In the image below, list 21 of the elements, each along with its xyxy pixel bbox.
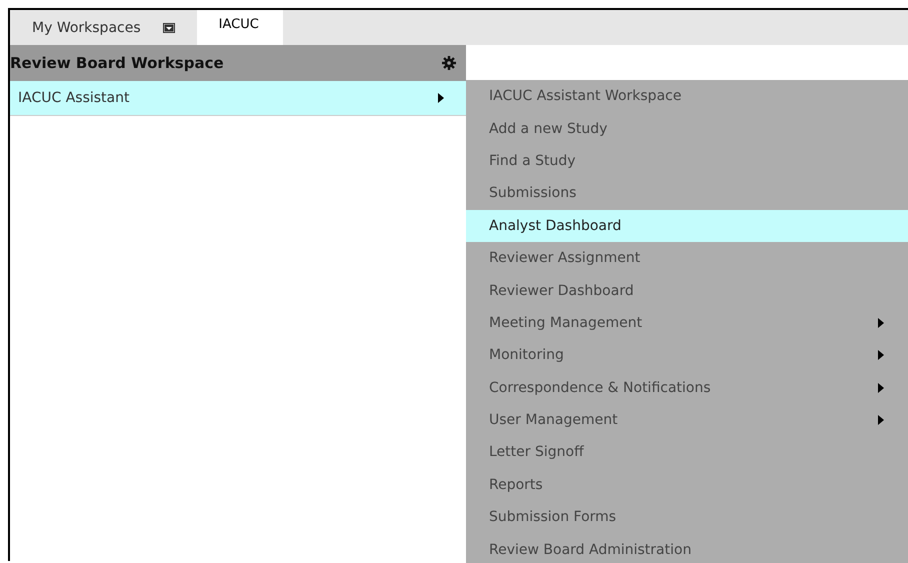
panel-title: Review Board Workspace <box>10 54 224 72</box>
menu-item[interactable]: Analyst Dashboard <box>466 210 908 242</box>
tab[interactable]: My Workspaces <box>10 10 197 45</box>
menu-item[interactable]: IACUC Assistant Workspace <box>466 80 908 112</box>
dropdown-icon[interactable] <box>162 22 175 32</box>
menu-item[interactable]: IACUC Assistant <box>10 81 466 116</box>
menu-item[interactable]: Find a Study <box>466 144 908 178</box>
menu-item[interactable]: Reviewer Assignment <box>466 242 908 274</box>
menu-item[interactable]: Correspondence & Notifications <box>466 372 908 404</box>
menu-item[interactable]: Meeting Management <box>466 306 908 340</box>
tab[interactable]: IACUC <box>196 10 283 45</box>
menu-item[interactable]: Submission Forms <box>466 501 908 534</box>
menu-item[interactable]: Monitoring <box>466 339 908 372</box>
menu-item[interactable]: User Management <box>466 404 908 436</box>
menu-item[interactable]: Review Board Administration <box>466 533 908 563</box>
menu-item[interactable]: Letter Signoff <box>466 436 908 469</box>
menu-item[interactable]: Reviewer Dashboard <box>466 274 908 307</box>
menu-item[interactable]: Add a new Study <box>466 112 908 145</box>
menu-item[interactable]: Reports <box>466 468 908 502</box>
menu-item[interactable]: Submissions <box>466 177 908 210</box>
settings-icon[interactable] <box>442 56 456 70</box>
